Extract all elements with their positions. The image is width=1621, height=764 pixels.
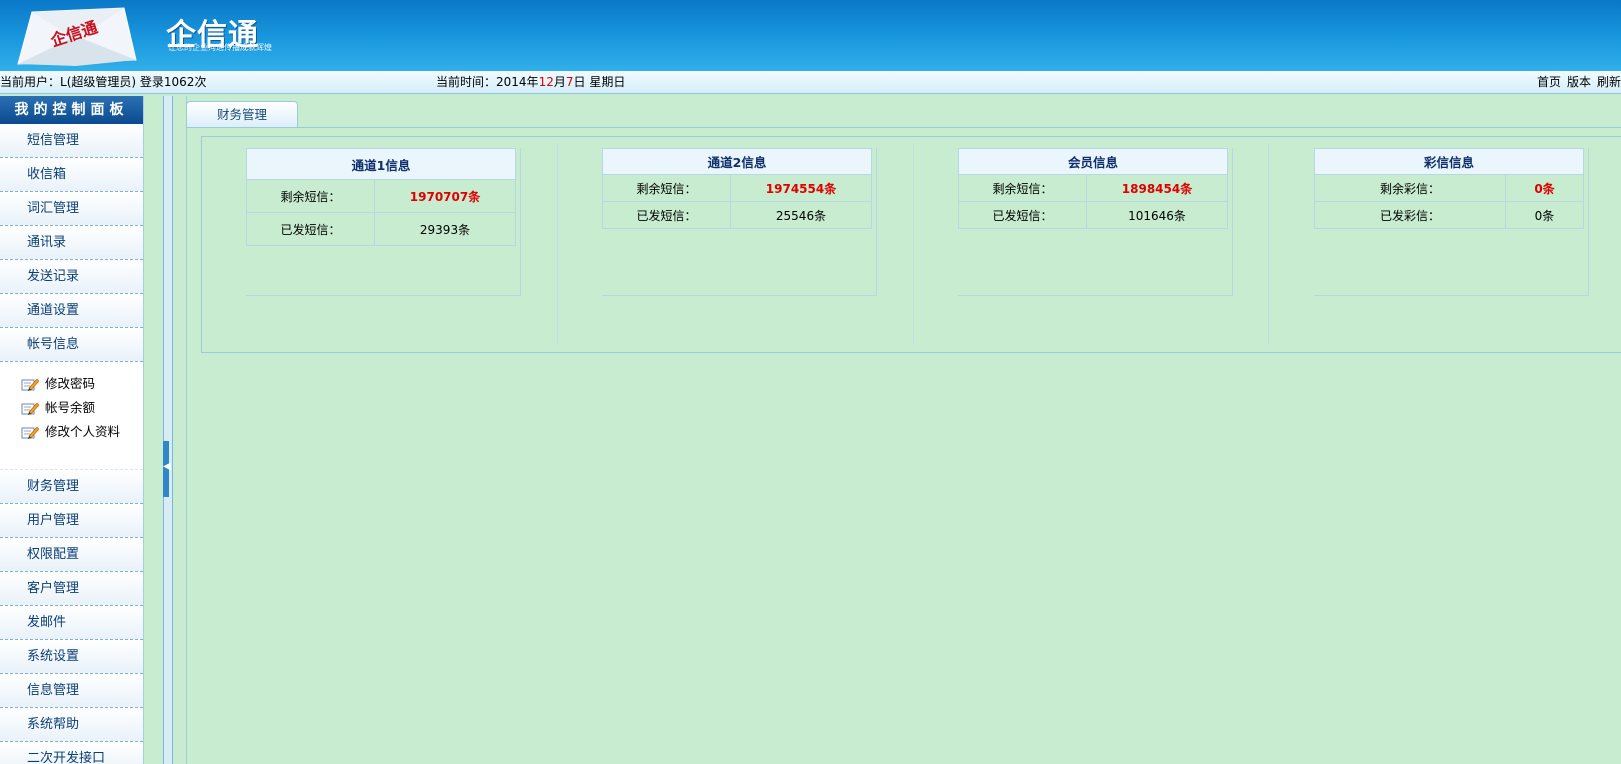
remaining-label: 剩余彩信： <box>1314 174 1506 202</box>
channel1-info-card: 通道1信息 剩余短信： 1970707条 已发短信： 29393条 <box>246 148 521 296</box>
sent-value: 0条 <box>1505 201 1584 229</box>
sent-value: 101646条 <box>1086 201 1228 229</box>
submenu-item-account-balance[interactable]: 帐号余额 <box>0 396 143 420</box>
sidebar-item-account-info[interactable]: 帐号信息 <box>0 328 143 362</box>
column-divider <box>913 143 914 345</box>
time-month: 12 <box>538 75 554 89</box>
chevron-left-icon: ◀ <box>163 461 171 472</box>
time-month-unit: 月 <box>553 75 566 89</box>
sent-label: 已发短信： <box>246 212 375 246</box>
tab-divider <box>186 127 1621 128</box>
time-day: 7 <box>565 75 574 89</box>
sidebar-item-api[interactable]: 二次开发接口 <box>0 742 143 764</box>
edit-icon <box>21 402 39 415</box>
tab-finance-management[interactable]: 财务管理 <box>186 101 298 128</box>
card-title: 通道1信息 <box>246 148 516 180</box>
sidebar-item-help[interactable]: 系统帮助 <box>0 708 143 742</box>
sidebar-item-sms-management[interactable]: 短信管理 <box>0 124 143 158</box>
sidebar-item-permissions[interactable]: 权限配置 <box>0 538 143 572</box>
sidebar-item-finance[interactable]: 财务管理 <box>0 470 143 504</box>
sidebar-title: 我的控制面板 <box>0 96 143 124</box>
card-title: 会员信息 <box>958 148 1228 175</box>
user-prefix: 当前用户： <box>0 75 61 89</box>
sidebar-item-info-management[interactable]: 信息管理 <box>0 674 143 708</box>
sidebar-splitter[interactable]: ◀ <box>163 96 173 764</box>
sidebar-item-customers[interactable]: 客户管理 <box>0 572 143 606</box>
sidebar-item-inbox[interactable]: 收信箱 <box>0 158 143 192</box>
time-weekday: 星期日 <box>589 75 626 89</box>
remaining-value: 1898454条 <box>1086 174 1228 202</box>
mms-info-card: 彩信信息 剩余彩信： 0条 已发彩信： 0条 <box>1314 148 1589 296</box>
remaining-label: 剩余短信： <box>958 174 1087 202</box>
brand-slogan: 让您的企业沟通传播成就辉煌 <box>168 43 272 52</box>
home-link[interactable]: 首页 <box>1537 75 1561 89</box>
time-year: 2014年 <box>496 75 539 89</box>
sent-label: 已发彩信： <box>1314 201 1506 229</box>
version-link[interactable]: 版本 <box>1567 75 1591 89</box>
login-count: 登录1062次 <box>139 75 207 89</box>
column-divider <box>1268 143 1269 345</box>
sidebar-item-send-records[interactable]: 发送记录 <box>0 260 143 294</box>
account-submenu: 修改密码 帐号余额 修改个人资料 <box>0 362 143 470</box>
top-links: 首页 版本 刷新 <box>1531 71 1621 93</box>
remaining-value: 1970707条 <box>374 179 516 213</box>
submenu-item-change-password[interactable]: 修改密码 <box>0 372 143 396</box>
sidebar-item-users[interactable]: 用户管理 <box>0 504 143 538</box>
sent-label: 已发短信： <box>602 201 731 229</box>
channel2-info-card: 通道2信息 剩余短信： 1974554条 已发短信： 25546条 <box>602 148 877 296</box>
sidebar-item-channel-settings[interactable]: 通道设置 <box>0 294 143 328</box>
sidebar: 我的控制面板 短信管理 收信箱 词汇管理 通讯录 发送记录 通道设置 帐号信息 … <box>0 96 144 764</box>
submenu-label: 修改密码 <box>45 376 96 391</box>
current-time: 当前时间：2014年12月7日 星期日 <box>436 71 625 93</box>
card-title: 通道2信息 <box>602 148 872 175</box>
time-prefix: 当前时间： <box>436 75 497 89</box>
sidebar-item-contacts[interactable]: 通讯录 <box>0 226 143 260</box>
current-user-info: 当前用户：L(超级管理员) 登录1062次 <box>0 71 206 93</box>
edit-icon <box>21 426 39 439</box>
submenu-item-edit-profile[interactable]: 修改个人资料 <box>0 420 143 444</box>
sent-value: 25546条 <box>730 201 872 229</box>
collapse-sidebar-handle[interactable]: ◀ <box>163 441 171 497</box>
column-divider <box>557 143 558 345</box>
refresh-link[interactable]: 刷新 <box>1597 75 1621 89</box>
remaining-value: 0条 <box>1505 174 1584 202</box>
remaining-value: 1974554条 <box>730 174 872 202</box>
edit-icon <box>21 378 39 391</box>
sent-label: 已发短信： <box>958 201 1087 229</box>
user-name: L(超级管理员) <box>60 75 137 89</box>
sent-value: 29393条 <box>374 212 516 246</box>
sidebar-item-send-email[interactable]: 发邮件 <box>0 606 143 640</box>
submenu-label: 帐号余额 <box>45 400 96 415</box>
member-info-card: 会员信息 剩余短信： 1898454条 已发短信： 101646条 <box>958 148 1233 296</box>
content-border <box>186 96 187 764</box>
time-day-unit: 日 <box>573 75 586 89</box>
sidebar-item-system-settings[interactable]: 系统设置 <box>0 640 143 674</box>
sidebar-item-vocabulary[interactable]: 词汇管理 <box>0 192 143 226</box>
status-bar: 当前用户：L(超级管理员) 登录1062次 当前时间：2014年12月7日 星期… <box>0 71 1621 94</box>
submenu-label: 修改个人资料 <box>45 424 121 439</box>
remaining-label: 剩余短信： <box>246 179 375 213</box>
remaining-label: 剩余短信： <box>602 174 731 202</box>
logo: 企信通 <box>12 6 140 69</box>
card-title: 彩信信息 <box>1314 148 1584 175</box>
app-header: 企信通 企信通 让您的企业沟通传播成就辉煌 <box>0 0 1621 71</box>
